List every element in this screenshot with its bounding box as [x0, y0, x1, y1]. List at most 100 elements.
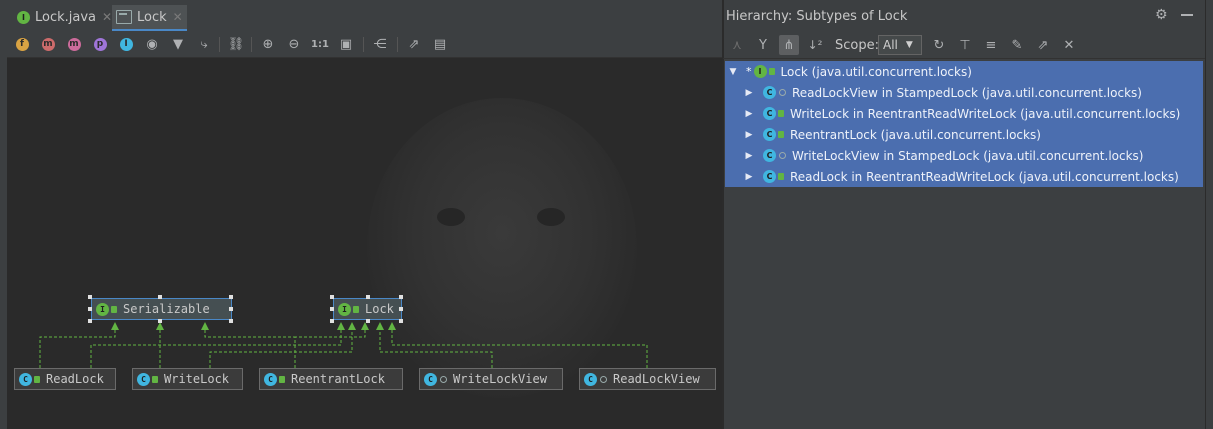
expand-all-icon[interactable]: ⊤	[955, 35, 975, 55]
edge-icon[interactable]: ⤷	[195, 35, 213, 53]
node-label: ReadLock	[46, 372, 104, 386]
interface-icon: I	[338, 302, 351, 316]
close-tab-icon[interactable]: ✕	[102, 10, 112, 24]
close-icon[interactable]: ✕	[1059, 35, 1079, 55]
package-private-icon	[779, 89, 786, 96]
eye-icon[interactable]: ◉	[143, 35, 161, 53]
arrow-head	[348, 322, 356, 330]
node-readlockview[interactable]: C ReadLockView	[579, 368, 716, 390]
interface-icon: I	[753, 65, 767, 78]
filter-icon[interactable]: ▼	[169, 35, 187, 53]
selection-handle[interactable]	[229, 307, 233, 311]
gear-icon[interactable]: ⚙	[1155, 7, 1168, 23]
zoom-out-icon[interactable]: ⊖	[285, 35, 303, 53]
tab-lock-diagram[interactable]: Lock ✕	[112, 5, 187, 31]
selection-handle[interactable]	[229, 319, 233, 323]
close-tab-icon[interactable]: ✕	[173, 10, 183, 24]
node-readlock[interactable]: C ReadLock	[14, 368, 116, 390]
selection-handle[interactable]	[88, 319, 92, 323]
tree-item-label: ReadLock in ReentrantReadWriteLock (java…	[790, 169, 1179, 184]
scope-label: Scope:	[835, 38, 879, 53]
selection-handle[interactable]	[158, 295, 162, 299]
node-writelock[interactable]: C WriteLock	[132, 368, 243, 390]
arrow-head	[156, 322, 164, 330]
expand-toggle-icon[interactable]: ▶	[743, 130, 755, 140]
tree-item[interactable]: ▶ C ReadLockView in StampedLock (java.ut…	[725, 82, 1213, 103]
selection-handle[interactable]	[399, 307, 403, 311]
expand-toggle-icon[interactable]: ▼	[727, 67, 739, 77]
class-icon: C	[137, 372, 150, 386]
print-icon[interactable]: ▤	[431, 35, 449, 53]
collapse-all-icon[interactable]: ≡	[981, 35, 1001, 55]
class-icon: C	[763, 170, 776, 183]
class-icon: C	[424, 372, 437, 386]
arrow-head	[337, 322, 345, 330]
interface-icon: I	[17, 10, 30, 24]
selection-handle[interactable]	[399, 295, 403, 299]
tree-item[interactable]: ▶ C ReadLock in ReentrantReadWriteLock (…	[725, 166, 1213, 187]
type-hierarchy-icon[interactable]: ⋔	[779, 35, 799, 55]
interface-icon: I	[96, 302, 109, 316]
expand-toggle-icon[interactable]: ▶	[743, 109, 755, 119]
tree-item[interactable]: ▶ C WriteLockView in StampedLock (java.u…	[725, 145, 1213, 166]
tree-root[interactable]: ▼ * I Lock (java.util.concurrent.locks)	[725, 61, 1205, 82]
scope-dropdown[interactable]: All ▼	[878, 35, 922, 55]
subtypes-icon[interactable]: Y	[753, 35, 773, 55]
node-serializable[interactable]: I Serializable	[91, 298, 232, 320]
tree-item[interactable]: ▶ C WriteLock in ReentrantReadWriteLock …	[725, 103, 1213, 124]
chevron-down-icon: ▼	[905, 40, 913, 50]
node-reentrantlock[interactable]: C ReentrantLock	[259, 368, 403, 390]
selection-handle[interactable]	[330, 307, 334, 311]
hierarchy-toolbar: ⋏ Y ⋔ ↓² Scope: All ▼ ↻ ⊤ ≡ ✎ ⇗ ✕	[723, 32, 1205, 59]
methods-filter-icon[interactable]: m	[65, 35, 83, 53]
tab-lock-java[interactable]: I Lock.java ✕	[13, 5, 116, 29]
package-private-icon	[779, 152, 786, 159]
hierarchy-header: Hierarchy: Subtypes of Lock ⚙	[723, 3, 1205, 29]
selection-handle[interactable]	[229, 295, 233, 299]
selection-handle[interactable]	[88, 295, 92, 299]
node-lock[interactable]: I Lock	[333, 298, 402, 320]
selection-handle[interactable]	[158, 319, 162, 323]
diagram-canvas[interactable]: I Serializable I Lock C ReadLock C Write…	[7, 58, 722, 429]
pin-icon[interactable]: ✎	[1007, 35, 1027, 55]
right-tool-strip	[1205, 0, 1213, 429]
lock-icon	[778, 110, 784, 117]
tree-item[interactable]: ▶ C ReentrantLock (java.util.concurrent.…	[725, 124, 1213, 145]
refresh-icon[interactable]: ↻	[929, 35, 949, 55]
tree-item-label: WriteLockView in StampedLock (java.util.…	[792, 148, 1144, 163]
inner-classes-filter-icon[interactable]: I	[117, 35, 135, 53]
export-icon[interactable]: ⇗	[1033, 35, 1053, 55]
layout-icon[interactable]: ⋲	[371, 35, 389, 53]
fields-filter-icon[interactable]: f	[13, 35, 31, 53]
node-label: ReentrantLock	[291, 372, 385, 386]
expand-toggle-icon[interactable]: ▶	[743, 88, 755, 98]
sort-alpha-icon[interactable]: ↓²	[805, 35, 825, 55]
selection-handle[interactable]	[330, 319, 334, 323]
constructors-filter-icon[interactable]: m	[39, 35, 57, 53]
node-writelockview[interactable]: C WriteLockView	[419, 368, 563, 390]
selection-handle[interactable]	[330, 295, 334, 299]
expand-toggle-icon[interactable]: ▶	[743, 151, 755, 161]
edge-readlock-lock	[90, 323, 342, 368]
properties-filter-icon[interactable]: p	[91, 35, 109, 53]
selection-handle[interactable]	[366, 319, 370, 323]
lock-icon	[34, 375, 40, 383]
toolbar-separator	[397, 37, 398, 52]
actual-size-icon[interactable]: 1:1	[311, 35, 329, 53]
minimize-icon[interactable]	[1181, 14, 1193, 16]
hierarchy-tree[interactable]: ▼ * I Lock (java.util.concurrent.locks) …	[725, 61, 1203, 187]
toolbar-separator	[363, 37, 364, 52]
edge-writelockview-lock	[379, 323, 493, 368]
selection-handle[interactable]	[88, 307, 92, 311]
supertypes-icon[interactable]: ⋏	[727, 35, 747, 55]
fit-content-icon[interactable]: ▣	[337, 35, 355, 53]
tab-label: Lock	[137, 9, 167, 25]
selection-handle[interactable]	[366, 295, 370, 299]
tree-item-label: Lock (java.util.concurrent.locks)	[780, 64, 972, 79]
selection-handle[interactable]	[399, 319, 403, 323]
link-icon[interactable]: ⛓	[227, 35, 245, 53]
zoom-in-icon[interactable]: ⊕	[259, 35, 277, 53]
package-private-icon	[440, 375, 447, 383]
expand-toggle-icon[interactable]: ▶	[743, 172, 755, 182]
export-icon[interactable]: ⇗	[405, 35, 423, 53]
